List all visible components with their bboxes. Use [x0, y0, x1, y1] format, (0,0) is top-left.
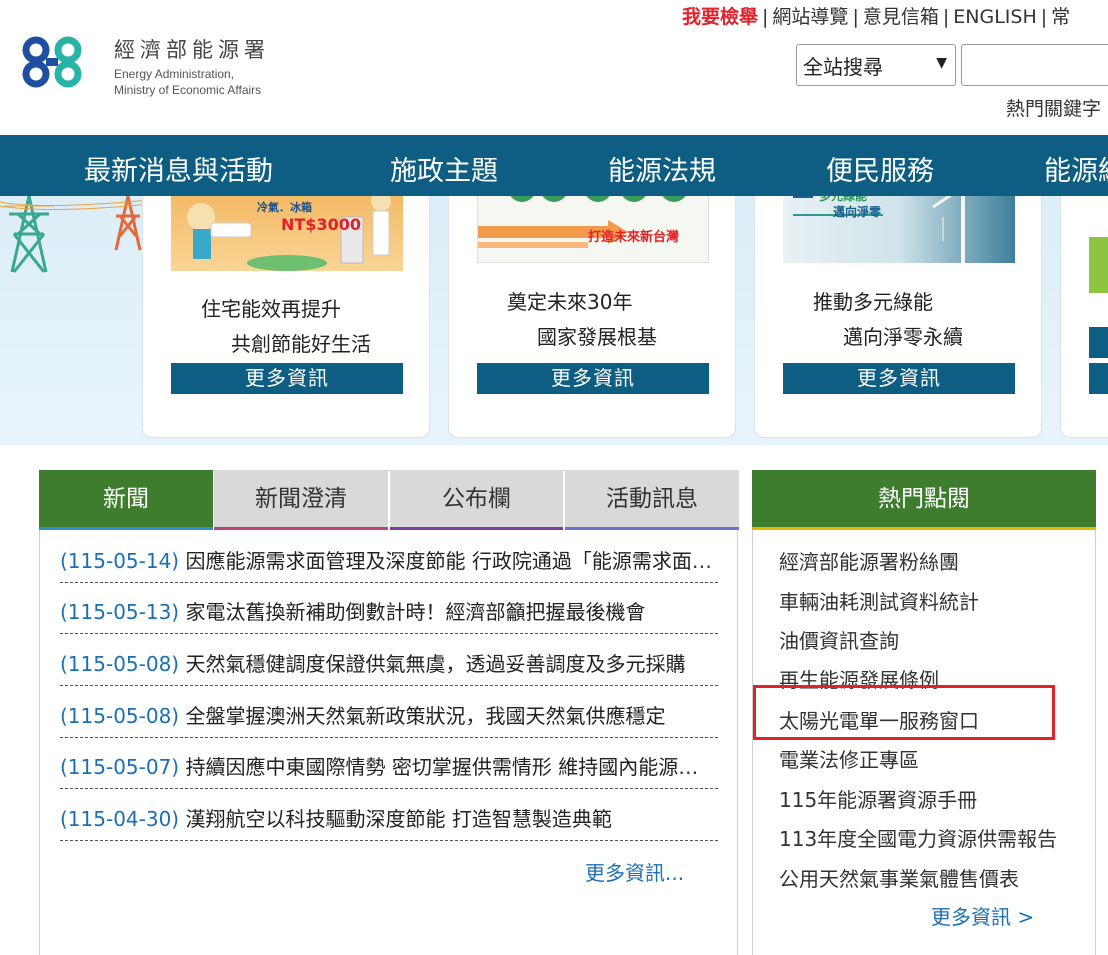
tab-news-clarification[interactable]: 新聞澄清 — [214, 470, 388, 530]
news-title: 全盤掌握澳洲天然氣新政策狀況，我國天然氣供應穩定 — [185, 704, 666, 728]
hot-item[interactable]: 115年能源署資源手冊 — [779, 784, 1071, 813]
more-info-button[interactable] — [1089, 327, 1108, 358]
nav-item-statistics[interactable]: 能源統 — [1044, 149, 1108, 188]
org-name-zh: 經濟部能源署 — [114, 38, 270, 62]
news-title: 漢翔航空以科技驅動深度節能 打造智慧製造典範 — [185, 807, 612, 831]
power-lines-icon — [0, 199, 150, 211]
nav-item-regulations[interactable]: 能源法規 — [608, 149, 716, 188]
highlight-box — [753, 685, 1055, 740]
banner-card[interactable]: 冷氣．冰箱 NT$3000 住宅能效再提升 共創節能好生活 更多資訊 — [142, 196, 430, 438]
news-item[interactable]: (115-05-08) 全盤掌握澳洲天然氣新政策狀況，我國天然氣供應穩定 — [60, 687, 718, 738]
tab-label: 新聞澄清 — [255, 486, 347, 512]
separator: | — [1040, 6, 1048, 28]
card-image: 打造未來新台灣 — [477, 196, 709, 263]
more-info-button[interactable]: 更多資訊 — [477, 363, 709, 394]
more-info-button[interactable]: 更多資訊 — [783, 363, 1015, 394]
hot-panel-title: 熱門點閱 — [752, 470, 1096, 530]
more-info-button[interactable] — [1089, 363, 1108, 394]
card-line2: 國家發展根基 — [537, 325, 657, 349]
tab-label: 活動訊息 — [606, 486, 698, 512]
banner-card[interactable]: 打造未來新台灣 奠定未來30年 國家發展根基 更多資訊 — [448, 196, 736, 438]
hot-item[interactable]: 電業法修正專區 — [779, 744, 1071, 773]
card-image-caption: 打造未來新台灣 — [588, 230, 680, 245]
org-name-en-line1: Energy Administration, — [114, 67, 235, 81]
news-title: 持續因應中東國際情勢 密切掌握供需情形 維持國內能源穩定 — [185, 755, 718, 779]
tab-underline — [565, 527, 739, 530]
main-nav: 最新消息與活動 施政主題 能源法規 便民服務 能源統 — [0, 135, 1108, 196]
separator: | — [852, 6, 859, 28]
report-link[interactable]: 我要檢舉 — [682, 6, 758, 28]
news-item[interactable]: (115-05-13) 家電汰舊換新補助倒數計時！經濟部籲把握最後機會 — [60, 583, 718, 634]
site-header: 經濟部能源署 Energy Administration, Ministry o… — [0, 0, 1108, 135]
sitemap-link[interactable]: 網站導覽 — [772, 6, 848, 28]
card-line1: 推動多元綠能 — [813, 290, 933, 314]
card-image: 多元綠能 邁向淨零 — [783, 196, 1015, 263]
search-scope-select[interactable]: 全站搜尋 ▼ — [796, 44, 956, 86]
banner-carousel: 冷氣．冰箱 NT$3000 住宅能效再提升 共創節能好生活 更多資訊 打造未來新… — [0, 196, 1108, 445]
chevron-down-icon: ▼ — [936, 55, 947, 71]
tab-underline — [39, 527, 213, 530]
card-image — [1089, 237, 1108, 293]
card-image-caption: 冷氣．冰箱 — [257, 201, 312, 214]
hot-item[interactable]: 油價資訊查詢 — [779, 625, 1071, 654]
search-scope-value: 全站搜尋 — [803, 55, 883, 79]
news-title: 因應能源需求面管理及深度節能 行政院通過「能源需求面管理及深度節能推動方案」 — [185, 549, 718, 573]
news-item[interactable]: (115-04-30) 漢翔航空以科技驅動深度節能 打造智慧製造典範 — [60, 790, 718, 841]
banner-card[interactable]: 多元綠能 邁向淨零 推動多元綠能 邁向淨零永續 更多資訊 — [754, 196, 1042, 438]
energy-administration-logo-icon[interactable] — [22, 34, 88, 90]
tab-label: 公布欄 — [442, 486, 511, 512]
news-date: (115-05-08) — [60, 704, 180, 728]
tab-events[interactable]: 活動訊息 — [565, 470, 739, 530]
more-info-button[interactable]: 更多資訊 — [171, 363, 403, 394]
news-more-link[interactable]: 更多資訊... — [585, 857, 684, 886]
tab-bulletin[interactable]: 公布欄 — [390, 470, 563, 530]
english-link[interactable]: ENGLISH — [953, 6, 1036, 28]
hot-keywords-label: 熱門關鍵字 — [1006, 98, 1102, 120]
tab-underline — [214, 527, 388, 530]
news-date: (115-05-08) — [60, 652, 180, 676]
card-line1: 住宅能效再提升 — [201, 297, 341, 321]
hot-more-link[interactable]: 更多資訊 > — [931, 901, 1034, 930]
separator: | — [942, 6, 950, 28]
top-links: 我要檢舉 | 網站導覽 | 意見信箱 | ENGLISH | 常 — [682, 2, 1070, 29]
wind-turbine-icon — [793, 196, 965, 263]
card-image: 冷氣．冰箱 NT$3000 — [171, 196, 403, 271]
news-item[interactable]: (115-05-08) 天然氣穩健調度保證供氣無虞，透過妥善調度及多元採購 — [60, 635, 718, 686]
card-line2: 邁向淨零永續 — [843, 325, 963, 349]
news-item[interactable]: (115-05-07) 持續因應中東國際情勢 密切掌握供需情形 維持國內能源穩定 — [60, 738, 718, 789]
card-image-amount: NT$3000 — [281, 215, 361, 234]
news-title: 天然氣穩健調度保證供氣無虞，透過妥善調度及多元採購 — [185, 652, 686, 676]
tab-label: 新聞 — [103, 486, 149, 512]
news-date: (115-05-13) — [60, 600, 180, 624]
news-date: (115-05-07) — [60, 755, 180, 779]
card-line1: 奠定未來30年 — [507, 290, 633, 314]
news-date: (115-05-14) — [60, 549, 180, 573]
nav-item-news[interactable]: 最新消息與活動 — [84, 149, 273, 188]
nav-item-services[interactable]: 便民服務 — [826, 149, 934, 188]
tab-underline — [390, 527, 563, 530]
separator: | — [762, 6, 769, 28]
feedback-link[interactable]: 意見信箱 — [863, 6, 939, 28]
extra-link[interactable]: 常 — [1051, 6, 1070, 28]
hot-item[interactable]: 經濟部能源署粉絲團 — [779, 546, 1071, 575]
hot-item[interactable]: 113年度全國電力資源供需報告 — [779, 823, 1071, 852]
news-title: 家電汰舊換新補助倒數計時！經濟部籲把握最後機會 — [185, 600, 646, 624]
card-line2: 共創節能好生活 — [231, 332, 371, 356]
news-date: (115-04-30) — [60, 807, 180, 831]
tab-news[interactable]: 新聞 — [39, 470, 213, 530]
banner-card-partial[interactable] — [1060, 196, 1108, 438]
search-input[interactable] — [961, 44, 1108, 86]
nav-item-policy[interactable]: 施政主題 — [390, 149, 498, 188]
card-image-caption2: 邁向淨零 — [833, 205, 882, 219]
news-panel: 新聞 新聞澄清 公布欄 活動訊息 (115-05-14) 因應能源需求面管理及深… — [39, 470, 739, 955]
news-item[interactable]: (115-05-14) 因應能源需求面管理及深度節能 行政院通過「能源需求面管理… — [60, 532, 718, 583]
hot-item[interactable]: 公用天然氣事業氣體售價表 — [779, 863, 1071, 892]
hot-panel: 熱門點閱 經濟部能源署粉絲團 車輛油耗測試資料統計 油價資訊查詢 再生能源發展條… — [752, 470, 1096, 955]
org-name-en-line2: Ministry of Economic Affairs — [114, 83, 262, 97]
hot-item[interactable]: 車輛油耗測試資料統計 — [779, 586, 1071, 615]
